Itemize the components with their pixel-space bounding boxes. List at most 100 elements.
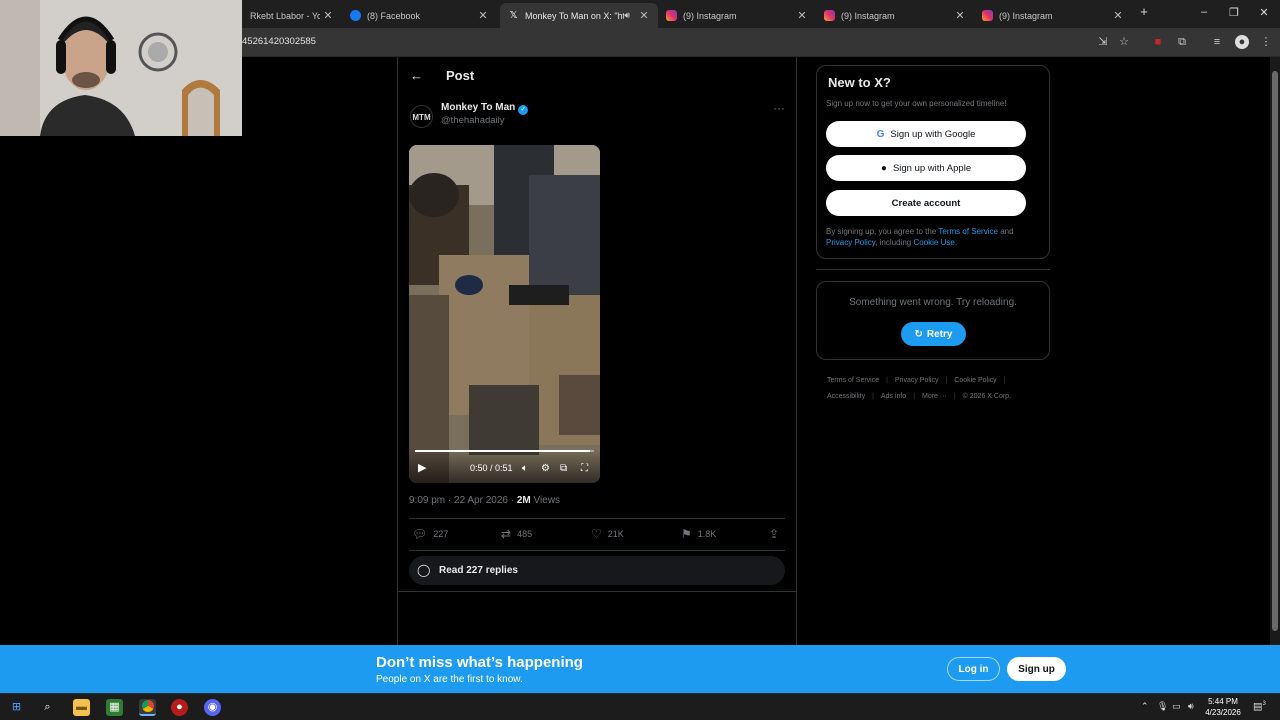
tab-title: (9) Instagram [683,10,737,21]
cookie-link[interactable]: Cookie Use. [913,238,957,247]
share-icon: ⇪ [769,527,780,541]
signup-apple-button[interactable]: ● Sign up with Apple [826,155,1026,181]
signup-button[interactable]: Sign up [1007,657,1066,681]
store-icon[interactable]: ▦ [106,699,123,716]
webcam-person-image [0,0,242,136]
footer-cookie[interactable]: Cookie Policy [954,373,996,389]
signup-subtitle: Sign up now to get your own personalized… [826,99,1007,108]
microphone-icon[interactable]: 🎙︎ [1157,701,1168,712]
close-icon[interactable]: ✕ [794,9,810,22]
tab-instagram-2[interactable]: (9) Instagram ✕ [816,3,974,28]
recorder-icon[interactable]: ● [171,699,188,716]
reply-icon: 💬︎ [412,527,428,541]
tab-instagram-1[interactable]: (9) Instagram ✕ [658,3,816,28]
tab-title: Monkey To Man on X: "htt [525,10,625,21]
network-icon[interactable]: ▭ [1172,701,1181,712]
extension-icon[interactable]: ■ [1151,35,1165,49]
restore-icon[interactable]: ❐ [1224,6,1244,19]
close-icon[interactable]: ✕ [952,9,968,22]
footer-terms[interactable]: Terms of Service [827,373,879,389]
video-progress-bar[interactable] [415,450,594,452]
bookmark-star-icon[interactable]: ☆ [1117,35,1131,49]
back-arrow-icon[interactable]: ← [410,68,423,83]
speaker-icon[interactable]: 🔊︎ [624,10,630,21]
author-name[interactable]: Monkey To Man ✓ [441,102,529,115]
window-close-icon[interactable]: ✕ [1254,6,1274,19]
avatar[interactable]: MTM [410,105,433,128]
signup-google-button[interactable]: G Sign up with Google [826,121,1026,147]
terms-link[interactable]: Terms of Service [938,227,998,236]
pip-icon[interactable]: ⧉ [560,463,567,474]
profile-avatar-icon[interactable]: ● [1235,35,1249,49]
footer-privacy[interactable]: Privacy Policy [895,373,939,389]
apple-button-label: Sign up with Apple [892,162,972,174]
like-button[interactable]: ♡ 21K [591,527,624,541]
author-handle[interactable]: @thehahadaily [441,115,505,126]
tab-title: Rkebt Lbabor - YouT [250,10,320,21]
login-button[interactable]: Log in [947,657,1000,681]
close-icon[interactable]: ✕ [636,9,652,22]
volume-tray-icon[interactable]: 🔊︎ [1188,701,1194,712]
play-icon[interactable]: ▶ [418,461,426,474]
create-account-button[interactable]: Create account [826,190,1026,216]
bookmark-button[interactable]: ⚑ 1.8K [681,527,716,541]
tab-instagram-3[interactable]: (9) Instagram ✕ [974,3,1132,28]
install-app-icon[interactable]: ⇲ [1096,35,1110,49]
footer-accessibility[interactable]: Accessibility [827,389,865,405]
repost-button[interactable]: ⇄ 485 [501,527,532,541]
new-tab-icon[interactable]: + [1134,4,1154,19]
footer-ads[interactable]: Ads info [881,389,906,405]
tab-youtube[interactable]: Rkebt Lbabor - YouT ✕ [242,3,342,28]
chrome-icon[interactable] [139,699,156,716]
post-date[interactable]: 22 Apr 2026 [454,495,508,506]
settings-gear-icon[interactable]: ⚙ [541,463,550,474]
reply-button[interactable]: 💬︎ 227 [412,527,448,541]
video-player[interactable]: ▶ 0:50 / 0:51 🔈︎ ⚙ ⧉ ⛶ [409,145,600,483]
create-account-label: Create account [891,197,961,209]
retry-button[interactable]: ↻ Retry [901,322,966,346]
notification-icon[interactable]: ▤3 [1253,701,1266,712]
search-icon[interactable]: ⌕ [39,699,56,716]
footer-more[interactable]: More ··· [922,389,947,405]
fullscreen-icon[interactable]: ⛶ [581,463,588,474]
post-meta: 9:09 pm · 22 Apr 2026 · 2M Views [409,495,561,506]
volume-icon[interactable]: 🔈︎ [522,463,528,474]
close-icon[interactable]: ✕ [1110,9,1126,22]
apple-icon: ● [880,162,887,174]
legal-including: , including [875,238,912,247]
post-time[interactable]: 9:09 pm [409,495,445,506]
retry-label: Retry [926,328,953,340]
read-replies-button[interactable]: ◯ Read 227 replies [409,556,785,585]
minimize-icon[interactable]: – [1194,6,1214,18]
error-message: Something went wrong. Try reloading. [849,297,1017,308]
url-field[interactable]: 45261420302585 [242,36,316,47]
signup-card: New to X? Sign up now to get your own pe… [816,65,1050,259]
tab-x-post[interactable]: 𝕏 Monkey To Man on X: "htt 🔊︎ ✕ [500,3,658,28]
instagram-icon [824,10,835,21]
menu-dots-icon[interactable]: ⋮ [1259,35,1273,49]
page-scrollbar[interactable] [1270,57,1280,645]
tab-title: (9) Instagram [841,10,895,21]
extensions-puzzle-icon[interactable]: ⧉ [1175,35,1189,49]
close-icon[interactable]: ✕ [475,9,491,22]
banner-subtitle: People on X are the first to know. [376,674,523,685]
google-button-label: Sign up with Google [890,128,976,140]
privacy-link[interactable]: Privacy Policy [826,238,875,247]
messenger-icon[interactable]: ◉ [204,699,221,716]
file-explorer-icon[interactable]: ▬ [73,699,90,716]
tab-facebook[interactable]: (8) Facebook ✕ [342,3,497,28]
legal-and: and [1000,227,1014,236]
scrollbar-thumb[interactable] [1272,71,1278,631]
more-options-icon[interactable]: ··· [773,101,785,115]
media-control-icon[interactable]: ≡ [1210,35,1224,49]
share-button[interactable]: ⇪ [769,527,785,541]
video-time: 0:50 / 0:51 [470,463,513,473]
tab-title: (9) Instagram [999,10,1053,21]
views-count: 2M [516,495,531,506]
comment-bubble-icon: ◯ [417,563,431,577]
close-icon[interactable]: ✕ [320,9,336,22]
system-clock[interactable]: 5:44 PM 4/23/2026 [1198,696,1248,718]
tray-chevron-icon[interactable]: ⌃ [1141,701,1149,712]
windows-start-icon[interactable]: ⊞ [8,699,25,716]
video-frame-image [409,145,600,483]
